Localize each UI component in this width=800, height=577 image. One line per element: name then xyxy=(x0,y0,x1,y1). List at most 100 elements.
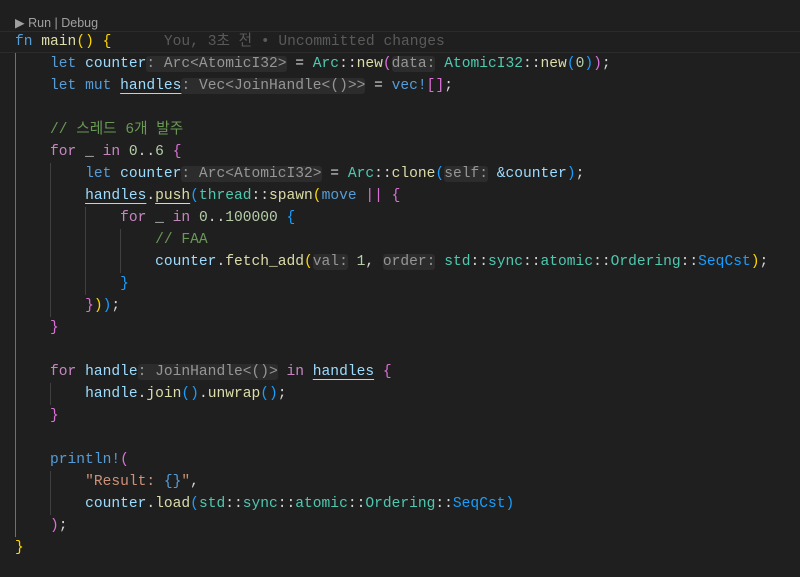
code-token: counter xyxy=(155,254,217,270)
code-line[interactable]: counter.fetch_add(val: 1, order: std::sy… xyxy=(15,251,800,273)
code-token: 6 xyxy=(155,144,164,160)
indent-guide xyxy=(50,163,85,185)
code-line[interactable]: for handle: JoinHandle<()> in handles { xyxy=(15,361,800,383)
code-token: new xyxy=(540,56,567,72)
code-token: // FAA xyxy=(155,232,208,248)
code-token: SeqCst xyxy=(698,254,751,270)
code-token: :: xyxy=(339,56,357,72)
code-token: handle xyxy=(85,364,138,380)
code-token: move xyxy=(321,188,357,204)
indent-guide xyxy=(85,229,120,251)
code-line[interactable] xyxy=(15,339,800,361)
code-line[interactable]: for _ in 0..6 { xyxy=(15,141,800,163)
code-editor[interactable]: fn main() { You, 3초 전 • Uncommitted chan… xyxy=(15,31,800,559)
code-token: ( xyxy=(120,452,129,468)
code-token: ( xyxy=(304,254,313,270)
code-line[interactable]: "Result: {}", xyxy=(15,471,800,493)
code-token: ( xyxy=(260,386,270,402)
code-token: AtomicI32 xyxy=(444,56,524,72)
code-token: ; xyxy=(759,254,769,270)
code-token: ) xyxy=(505,496,515,512)
code-line[interactable] xyxy=(15,427,800,449)
indent-guide xyxy=(50,471,85,493)
code-token: thread xyxy=(198,188,252,204)
code-line[interactable]: ); xyxy=(15,515,800,537)
inlay-hint: self: xyxy=(444,166,488,182)
code-token: 0 xyxy=(198,210,208,226)
code-token: :: xyxy=(435,496,453,512)
run-codelens[interactable]: Run xyxy=(28,16,51,30)
code-line[interactable]: let counter: Arc<AtomicI32> = Arc::clone… xyxy=(15,163,800,185)
code-line[interactable]: for _ in 0..100000 { xyxy=(15,207,800,229)
inlay-hint: : Vec<JoinHandle<()>> xyxy=(181,78,366,94)
code-token: } xyxy=(120,276,129,292)
code-token: 0 xyxy=(128,144,138,160)
code-token: handles xyxy=(312,364,375,380)
indent-guide xyxy=(15,229,50,251)
indent-guide xyxy=(15,449,50,471)
code-token: ( xyxy=(190,496,199,512)
code-line[interactable]: } xyxy=(15,273,800,295)
code-token: spawn xyxy=(269,188,313,204)
code-line[interactable]: // FAA xyxy=(15,229,800,251)
code-token: Ordering xyxy=(610,254,681,270)
code-line[interactable]: // 스레드 6개 발주 xyxy=(15,119,800,141)
code-token: push xyxy=(155,188,191,204)
codelens: ▶ Run | Debug xyxy=(15,13,98,33)
code-line[interactable]: } xyxy=(15,405,800,427)
code-token: &counter xyxy=(496,166,567,182)
code-token: counter xyxy=(85,56,147,72)
git-blame-annotation: You, 3초 전 • Uncommitted changes xyxy=(163,34,445,50)
code-token: , xyxy=(365,254,383,270)
indent-guide xyxy=(15,141,50,163)
inlay-hint: : Arc<AtomicI32> xyxy=(181,166,322,182)
code-token: ; xyxy=(277,386,287,402)
code-line[interactable] xyxy=(15,97,800,119)
code-token: ; xyxy=(444,78,453,94)
code-token: { xyxy=(286,210,296,226)
code-line[interactable]: } xyxy=(15,537,800,559)
code-token: Ordering xyxy=(365,496,436,512)
code-token: , xyxy=(190,474,199,490)
code-token: _ xyxy=(76,144,103,160)
code-token: ) xyxy=(269,386,278,402)
indent-guide xyxy=(15,295,50,317)
code-line[interactable]: let counter: Arc<AtomicI32> = Arc::new(d… xyxy=(15,53,800,75)
code-token: :: xyxy=(225,496,243,512)
code-token: :: xyxy=(593,254,611,270)
code-line[interactable]: println!( xyxy=(15,449,800,471)
code-token: { xyxy=(102,34,112,50)
code-token: for xyxy=(120,210,147,226)
code-token: ] xyxy=(435,78,445,94)
code-line[interactable]: } xyxy=(15,317,800,339)
indent-guide xyxy=(50,273,85,295)
code-token: // 스레드 6개 발주 xyxy=(50,122,184,138)
indent-guide xyxy=(50,251,85,273)
code-line[interactable]: let mut handles: Vec<JoinHandle<()>> = v… xyxy=(15,75,800,97)
code-token: fn xyxy=(15,34,33,50)
indent-guide xyxy=(15,427,50,449)
code-token: } xyxy=(50,320,59,336)
code-line[interactable]: fn main() { You, 3초 전 • Uncommitted chan… xyxy=(0,31,800,53)
code-token: = xyxy=(365,78,392,94)
code-token: ) xyxy=(593,56,602,72)
code-line[interactable]: })); xyxy=(15,295,800,317)
inlay-hint: : JoinHandle<()> xyxy=(137,364,278,380)
code-line[interactable]: handles.push(thread::spawn(move || { xyxy=(15,185,800,207)
inlay-hint: data: xyxy=(391,56,436,72)
code-token: . xyxy=(216,254,226,270)
code-token: .. xyxy=(207,210,226,226)
code-line[interactable]: counter.load(std::sync::atomic::Ordering… xyxy=(15,493,800,515)
code-token: handles xyxy=(85,188,147,204)
code-line[interactable]: handle.join().unwrap(); xyxy=(15,383,800,405)
debug-codelens[interactable]: Debug xyxy=(61,16,98,30)
